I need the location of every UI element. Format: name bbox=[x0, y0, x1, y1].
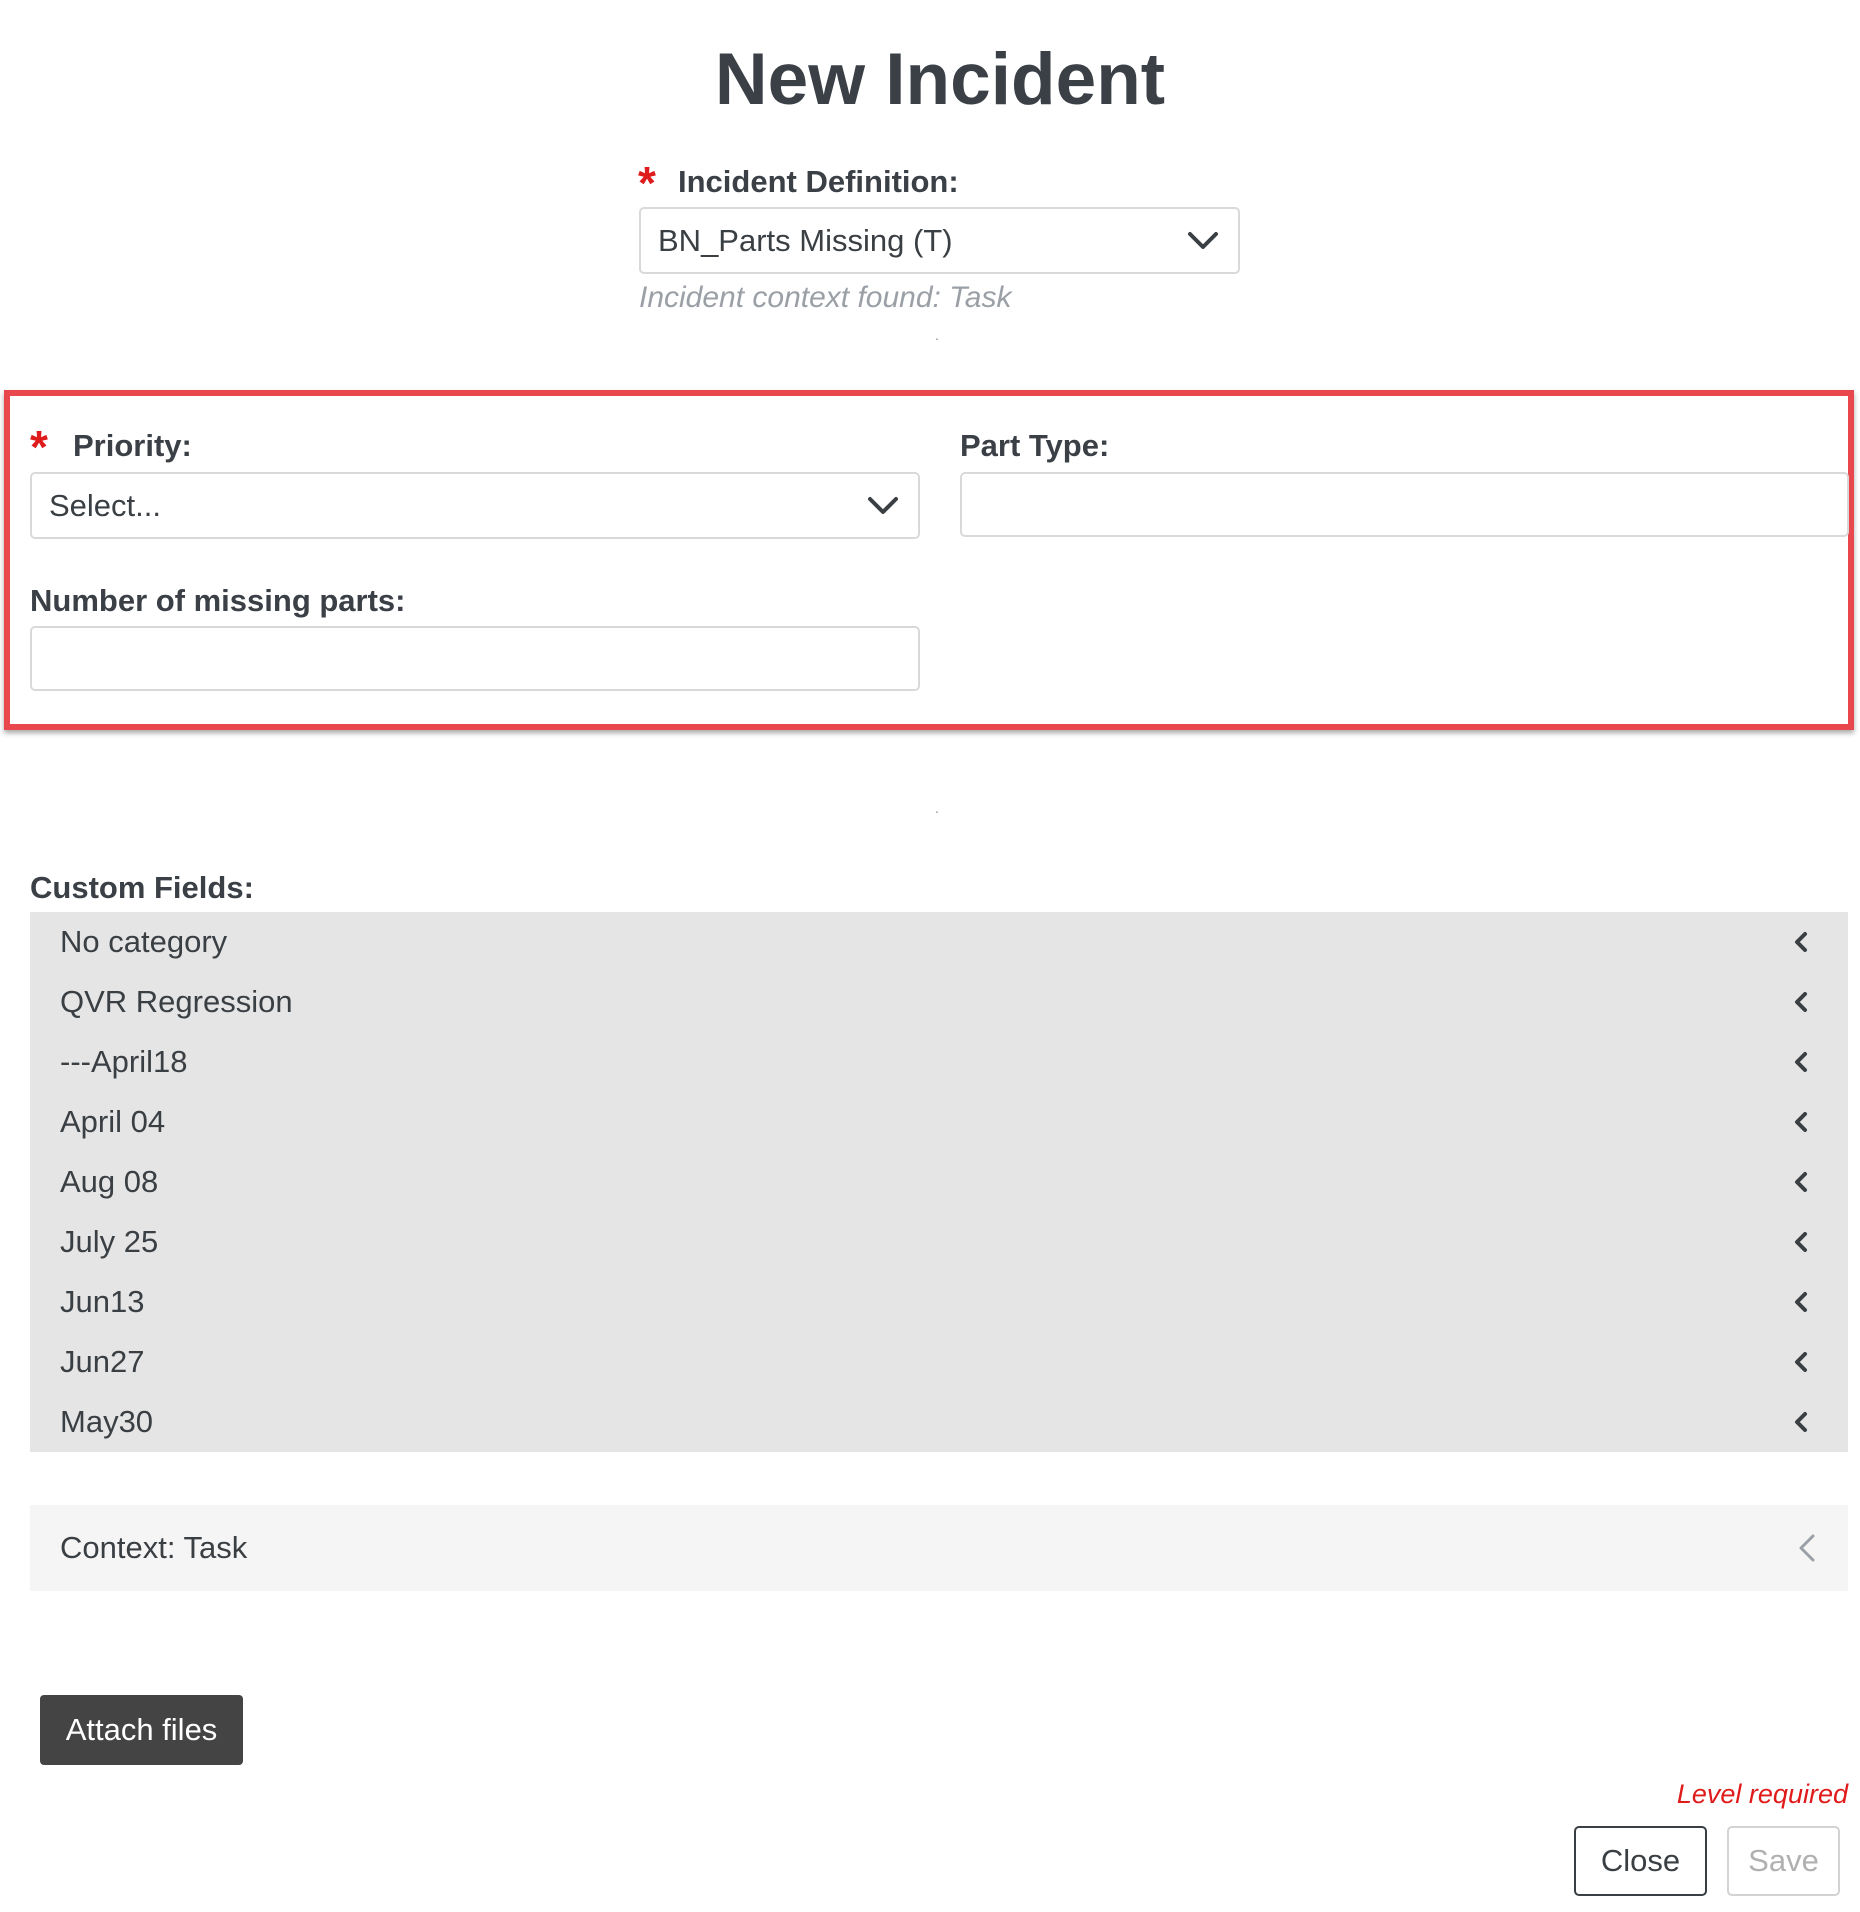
priority-value: Select... bbox=[49, 487, 161, 523]
chevron-down-icon bbox=[868, 496, 898, 514]
priority-label: Priority: bbox=[73, 428, 192, 463]
chevron-left-icon bbox=[1795, 1292, 1807, 1312]
context-panel[interactable]: Context: Task bbox=[30, 1505, 1848, 1591]
chevron-left-icon bbox=[1795, 1112, 1807, 1132]
chevron-left-icon bbox=[1795, 1232, 1807, 1252]
context-panel-label: Context: Task bbox=[60, 1530, 248, 1565]
incident-definition-select[interactable]: BN_Parts Missing (T) bbox=[639, 207, 1240, 274]
incident-definition-label: Incident Definition: bbox=[678, 164, 959, 199]
custom-field-category[interactable]: Jun13 bbox=[30, 1272, 1848, 1332]
chevron-down-icon bbox=[1188, 231, 1218, 249]
chevron-left-icon bbox=[1795, 1412, 1807, 1432]
missing-parts-label: Number of missing parts: bbox=[30, 583, 406, 618]
custom-field-category-label: May30 bbox=[60, 1404, 154, 1439]
custom-fields-label: Custom Fields: bbox=[30, 870, 254, 905]
part-type-input[interactable] bbox=[960, 472, 1849, 537]
part-type-label: Part Type: bbox=[960, 428, 1110, 463]
custom-field-category-label: Jun27 bbox=[60, 1344, 145, 1379]
chevron-left-icon bbox=[1795, 1172, 1807, 1192]
custom-field-category[interactable]: May30 bbox=[30, 1392, 1848, 1452]
chevron-left-icon bbox=[1795, 932, 1807, 952]
chevron-left-icon bbox=[1799, 1534, 1815, 1562]
custom-field-category-label: April 04 bbox=[60, 1104, 166, 1139]
custom-field-category-label: Aug 08 bbox=[60, 1164, 159, 1199]
incident-context-hint: Incident context found: Task bbox=[639, 281, 1012, 314]
required-marker: * bbox=[30, 421, 48, 473]
chevron-left-icon bbox=[1795, 1052, 1807, 1072]
save-button[interactable]: Save bbox=[1727, 1826, 1840, 1896]
custom-field-category[interactable]: July 25 bbox=[30, 1212, 1848, 1272]
custom-fields-list: No category QVR Regression ---April18 Ap… bbox=[30, 912, 1848, 1452]
custom-field-category[interactable]: ---April18 bbox=[30, 1032, 1848, 1092]
custom-field-category[interactable]: April 04 bbox=[30, 1092, 1848, 1152]
custom-field-category-label: July 25 bbox=[60, 1224, 159, 1259]
validation-message: Level required bbox=[1676, 1779, 1848, 1809]
custom-field-category-label: Jun13 bbox=[60, 1284, 145, 1319]
separator-dot: . bbox=[935, 800, 939, 816]
incident-definition-value: BN_Parts Missing (T) bbox=[658, 222, 953, 258]
priority-select[interactable]: Select... bbox=[30, 472, 920, 539]
custom-field-category[interactable]: Aug 08 bbox=[30, 1152, 1848, 1212]
dialog-title: New Incident bbox=[714, 39, 1166, 120]
close-button[interactable]: Close bbox=[1574, 1826, 1707, 1896]
attach-files-button[interactable]: Attach files bbox=[40, 1695, 243, 1765]
chevron-left-icon bbox=[1795, 992, 1807, 1012]
custom-field-category[interactable]: QVR Regression bbox=[30, 972, 1848, 1032]
custom-field-category-label: QVR Regression bbox=[60, 984, 293, 1019]
required-marker: * bbox=[638, 157, 656, 209]
custom-field-category[interactable]: Jun27 bbox=[30, 1332, 1848, 1392]
custom-field-category-label: ---April18 bbox=[60, 1044, 188, 1079]
custom-field-category[interactable]: No category bbox=[30, 912, 1848, 972]
separator-dot: . bbox=[935, 327, 939, 343]
chevron-left-icon bbox=[1795, 1352, 1807, 1372]
custom-field-category-label: No category bbox=[60, 924, 228, 959]
missing-parts-input[interactable] bbox=[30, 626, 920, 691]
